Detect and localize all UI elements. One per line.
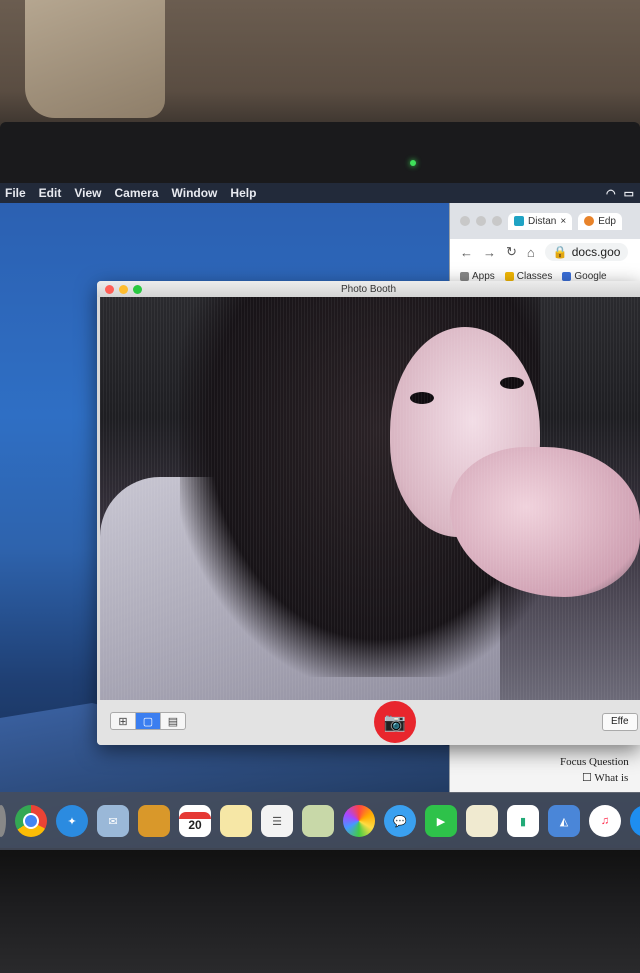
forward-arrow-icon[interactable]: → (483, 245, 496, 260)
airplay-icon[interactable]: ▭ (624, 187, 634, 200)
address-bar[interactable]: 🔒 docs.goo (544, 243, 629, 261)
window-zoom-light[interactable] (492, 216, 502, 226)
google-docs-icon (562, 271, 572, 281)
window-minimize-light[interactable] (476, 216, 486, 226)
tab-favicon-icon (584, 216, 595, 226)
room-background (0, 0, 640, 130)
window-close-light[interactable] (460, 216, 470, 226)
camera-preview (100, 297, 640, 700)
itunes-icon[interactable]: ♫ (589, 805, 621, 837)
dock-app-partial[interactable] (0, 805, 6, 837)
doc-line: ☐ What is (582, 772, 629, 784)
calendar-icon[interactable]: 20 (179, 805, 211, 837)
lock-icon: 🔒 (552, 245, 568, 259)
photos-icon[interactable] (343, 805, 375, 837)
safari-icon[interactable]: ✦ (56, 805, 88, 837)
bookmark-google[interactable]: Google (562, 270, 607, 282)
tab-label: Distan (528, 215, 557, 227)
classroom-icon (504, 271, 514, 281)
notebook-icon[interactable] (138, 805, 170, 837)
laptop-lower-bezel (0, 850, 640, 973)
reload-icon[interactable]: ↻ (506, 244, 517, 260)
camera-indicator-light (410, 160, 416, 166)
window-title: Photo Booth (340, 283, 397, 295)
menu-view[interactable]: View (69, 186, 109, 200)
chrome-center (23, 813, 39, 829)
notes-icon[interactable] (220, 805, 252, 837)
pages-icon[interactable] (466, 805, 498, 837)
doc-line-text: What is (594, 772, 629, 784)
photo-stamp-icon[interactable]: ✉ (97, 805, 129, 837)
bookmark-apps[interactable]: Apps (460, 271, 495, 282)
menu-bar: File Edit View Camera Window Help ◠ ▭ (0, 183, 640, 203)
bookmark-label: Classes (516, 270, 553, 282)
menu-edit[interactable]: Edit (34, 186, 70, 200)
menu-file[interactable]: File (0, 186, 34, 200)
photo-booth-window: Photo Booth ⊞ ▢ ▤ 📷 Effe (97, 281, 640, 745)
reminders-icon[interactable]: ☰ (261, 805, 293, 837)
tab-strip: Distan × Edp (450, 203, 640, 239)
single-photo-mode-icon[interactable]: ▢ (136, 713, 161, 729)
menu-window[interactable]: Window (167, 186, 226, 200)
messages-icon[interactable]: 💬 (384, 805, 416, 837)
back-arrow-icon[interactable]: ← (460, 245, 473, 260)
home-icon[interactable]: ⌂ (527, 245, 535, 260)
preview-eye-left (410, 392, 434, 404)
tab-label: Edp (598, 215, 616, 227)
wifi-icon[interactable]: ◠ (606, 187, 616, 200)
bookmark-label: Apps (472, 270, 495, 282)
pillow (25, 0, 165, 118)
take-photo-button[interactable]: 📷 (374, 701, 416, 743)
navigation-bar: ← → ↻ ⌂ 🔒 docs.goo (450, 239, 640, 265)
apps-grid-icon (460, 271, 469, 281)
tab-close-icon[interactable]: × (560, 216, 566, 227)
app-store-icon[interactable]: A (630, 805, 640, 837)
doc-heading: Focus Question (560, 756, 629, 768)
chrome-icon[interactable] (15, 805, 47, 837)
effects-button[interactable]: Effe (602, 713, 638, 731)
camera-icon: 📷 (383, 711, 407, 732)
address-text: docs.goo (571, 245, 621, 259)
title-bar: Photo Booth (97, 281, 640, 297)
capture-mode-selector: ⊞ ▢ ▤ (110, 712, 186, 730)
tab-distance[interactable]: Distan × (508, 212, 573, 230)
preview-icon[interactable] (302, 805, 334, 837)
menu-camera[interactable]: Camera (109, 186, 166, 200)
tab-favicon-icon (514, 216, 524, 226)
dock: ✦ ✉ 20 ☰ 💬 ▶ ▮ ◭ ♫ A (0, 792, 640, 850)
video-mode-icon[interactable]: ▤ (161, 713, 185, 729)
numbers-icon[interactable]: ▮ (507, 805, 539, 837)
calendar-day: 20 (188, 817, 202, 832)
bookmark-label: Google (574, 270, 607, 282)
photo-booth-toolbar: ⊞ ▢ ▤ 📷 Effe (97, 700, 640, 745)
menu-help[interactable]: Help (225, 186, 264, 200)
four-up-mode-icon[interactable]: ⊞ (111, 713, 136, 729)
facetime-icon[interactable]: ▶ (425, 805, 457, 837)
bookmark-classes[interactable]: Classes (504, 270, 553, 282)
tab-edpuzzle[interactable]: Edp (578, 212, 622, 230)
keynote-icon[interactable]: ◭ (548, 805, 580, 837)
preview-eye-right (500, 377, 524, 389)
